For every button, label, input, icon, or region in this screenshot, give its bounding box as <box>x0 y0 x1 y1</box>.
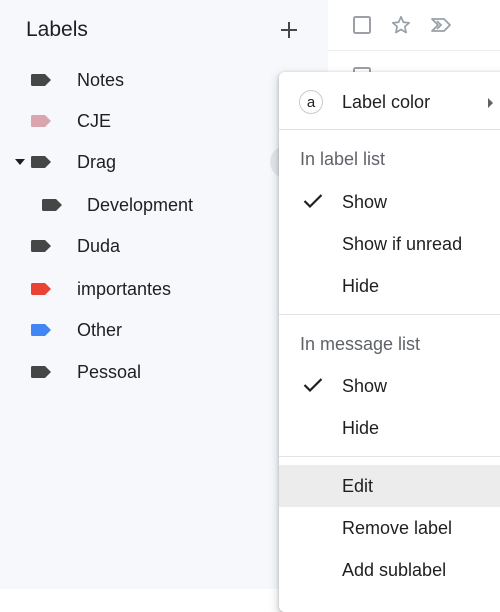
star-icon[interactable] <box>390 14 412 36</box>
section-header-label-list: In label list <box>300 149 386 169</box>
menu-item-label: Show <box>342 375 388 396</box>
label-name: importantes <box>77 278 172 299</box>
label-tag-icon <box>42 199 62 211</box>
label-name: CJE <box>77 110 112 131</box>
menu-item-remove-label[interactable]: Remove label <box>279 507 500 549</box>
menu-item-label: Add sublabel <box>342 559 447 580</box>
menu-item-label: Edit <box>342 475 374 496</box>
menu-item-label: Show <box>342 191 388 212</box>
label-color-swatch: a <box>299 90 323 114</box>
label-tag-fill <box>31 115 51 127</box>
label-item-other[interactable]: Other <box>31 312 271 348</box>
label-tag-fill <box>31 74 51 86</box>
label-item-importantes[interactable]: importantes <box>31 271 271 307</box>
checkbox-icon[interactable] <box>353 16 371 34</box>
label-item-pessoal[interactable]: Pessoal <box>31 354 271 390</box>
menu-item-label: Show if unread <box>342 233 463 254</box>
label-item-cje[interactable]: CJE <box>31 103 271 139</box>
menu-item-label-list-show[interactable]: Show <box>279 181 500 223</box>
label-tag-icon <box>31 156 51 168</box>
label-item-notes[interactable]: Notes <box>31 62 271 98</box>
menu-item-label-color[interactable]: a Label color <box>279 80 500 124</box>
label-tag-icon <box>31 115 51 127</box>
menu-item-message-list-hide[interactable]: Hide <box>279 407 500 449</box>
label-item-drag[interactable]: Drag <box>31 144 271 180</box>
section-header-message-list: In message list <box>300 334 421 354</box>
label-tag-fill <box>31 324 51 336</box>
label-name: Duda <box>77 235 121 256</box>
labels-title: Labels <box>26 18 88 41</box>
label-name: Other <box>77 319 123 340</box>
menu-item-edit[interactable]: Edit <box>279 465 500 507</box>
label-tag-icon <box>31 74 51 86</box>
label-tag-fill <box>31 366 51 378</box>
label-tag-fill <box>31 156 51 168</box>
label-name: Notes <box>77 69 125 90</box>
label-name: Development <box>87 194 194 215</box>
label-tag-fill <box>31 283 51 295</box>
menu-item-label: Hide <box>342 275 380 296</box>
label-tag-fill <box>42 199 62 211</box>
menu-divider <box>279 456 500 457</box>
label-name: Pessoal <box>77 361 142 382</box>
label-tag-icon <box>31 366 51 378</box>
label-options-menu: a Label color In label list Show Show if… <box>279 72 500 612</box>
menu-item-message-list-show[interactable]: Show <box>279 365 500 407</box>
menu-item-label: Label color <box>342 91 431 112</box>
importance-marker-icon[interactable] <box>430 17 452 33</box>
menu-item-label: Remove label <box>342 517 453 538</box>
label-tag-fill <box>31 240 51 252</box>
message-row[interactable] <box>328 0 500 51</box>
caret-down-icon[interactable] <box>14 158 26 166</box>
menu-item-add-sublabel[interactable]: Add sublabel <box>279 549 500 591</box>
label-item-development[interactable]: Development <box>42 187 272 223</box>
label-name: Drag <box>77 151 117 172</box>
chevron-right-icon <box>488 98 493 108</box>
menu-item-label-list-show-if-unread[interactable]: Show if unread <box>279 223 500 265</box>
label-item-duda[interactable]: Duda <box>31 228 271 264</box>
label-tag-icon <box>31 324 51 336</box>
checkmark-icon <box>303 378 323 393</box>
menu-item-label-list-hide[interactable]: Hide <box>279 265 500 307</box>
menu-divider <box>279 314 500 315</box>
menu-divider <box>279 129 500 130</box>
menu-item-label: Hide <box>342 417 380 438</box>
add-label-button[interactable] <box>276 17 302 43</box>
label-tag-icon <box>31 283 51 295</box>
label-tag-icon <box>31 240 51 252</box>
checkmark-icon <box>303 194 323 209</box>
plus-icon <box>281 22 297 38</box>
